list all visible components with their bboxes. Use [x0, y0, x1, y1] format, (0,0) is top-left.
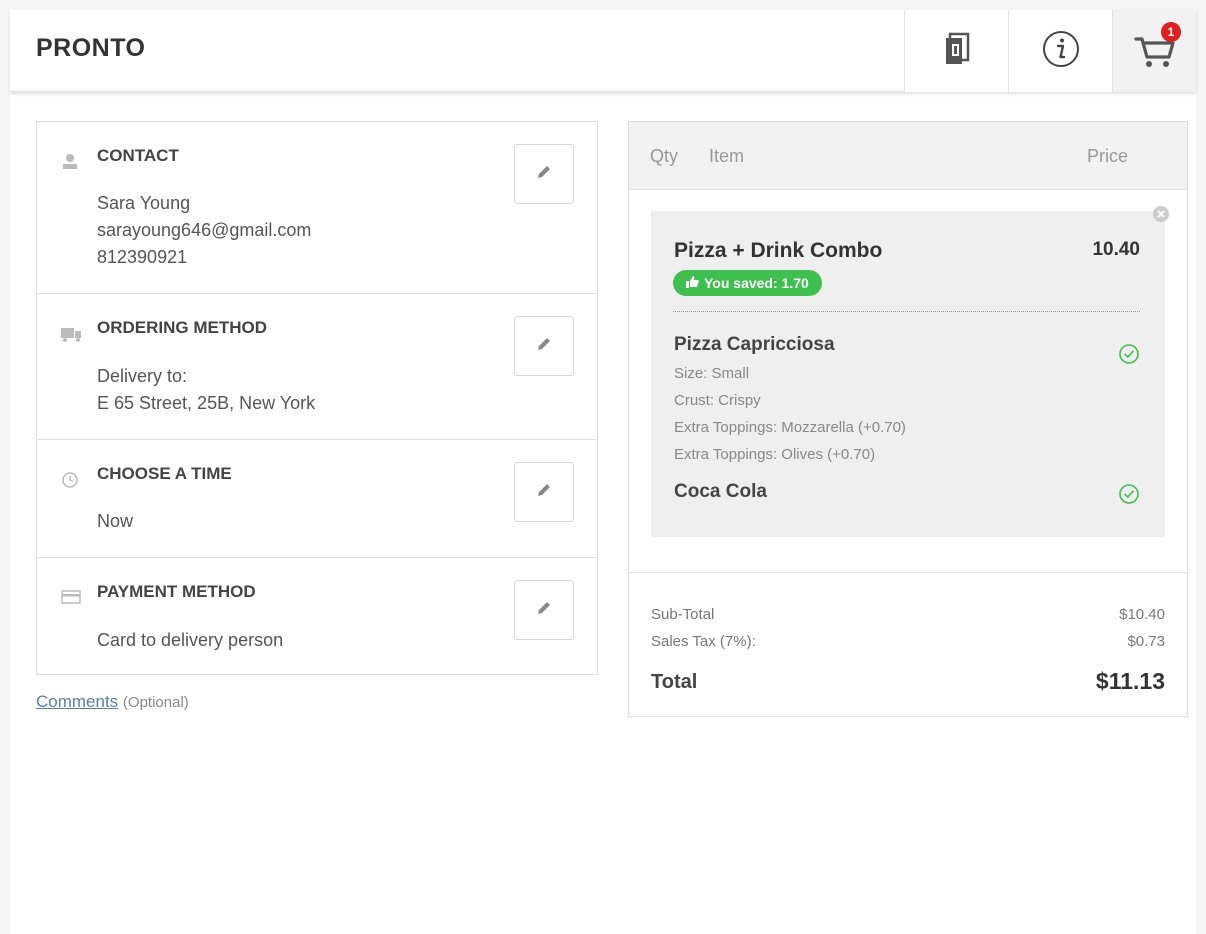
choose-time-section: CHOOSE A TIME Now: [37, 440, 597, 558]
order-summary-panel: Qty Item Price Pizza + Drink Combo 10.40: [628, 121, 1188, 717]
choose-time-value: Now: [97, 511, 134, 531]
clock-icon: [61, 471, 79, 489]
info-icon: [1041, 29, 1081, 74]
edit-time-button[interactable]: [514, 462, 574, 522]
credit-card-icon: [61, 589, 81, 607]
pencil-icon: [535, 481, 553, 504]
remove-item-icon[interactable]: [1151, 204, 1171, 224]
tax-value: $0.73: [1127, 633, 1165, 650]
combo-price: 10.40: [1092, 239, 1140, 260]
check-circle-icon: [1118, 483, 1140, 505]
combo-cart-item: Pizza + Drink Combo 10.40 You saved: 1.7…: [651, 206, 1169, 537]
pencil-icon: [535, 163, 553, 186]
qty-column-header: Qty: [650, 146, 679, 166]
ordering-method-line1: Delivery to:: [97, 366, 188, 386]
info-button[interactable]: [1008, 10, 1112, 92]
item-column-header: Item: [709, 146, 745, 166]
edit-payment-button[interactable]: [514, 580, 574, 640]
checkout-details-panel: CONTACT Sara Young sarayoung646@gmail.co…: [36, 121, 598, 675]
page: PRONTO 1 CONTACT Sara Young sarayoung646…: [10, 10, 1196, 934]
item-option: Extra Toppings: Mozzarella (+0.70): [674, 419, 906, 436]
comments-row: Comments (Optional): [36, 692, 189, 712]
contact-title: CONTACT: [97, 146, 179, 165]
cart-count-badge: 1: [1161, 22, 1181, 42]
subtotal-label: Sub-Total: [651, 606, 715, 623]
total-label: Total: [651, 671, 698, 693]
pencil-icon: [535, 599, 553, 622]
edit-ordering-method-button[interactable]: [514, 316, 574, 376]
dotted-divider: [673, 311, 1140, 312]
header: PRONTO 1: [10, 10, 1196, 92]
pencil-icon: [535, 335, 553, 358]
contact-email: sarayoung646@gmail.com: [97, 220, 312, 240]
summary-divider: [629, 572, 1187, 573]
item-option: Size: Small: [674, 365, 750, 382]
user-icon: [61, 153, 79, 171]
savings-text: You saved: 1.70: [704, 275, 809, 291]
subtotal-value: $10.40: [1119, 606, 1165, 623]
item-option: Extra Toppings: Olives (+0.70): [674, 446, 876, 463]
payment-method-section: PAYMENT METHOD Card to delivery person: [37, 558, 597, 676]
choose-time-title: CHOOSE A TIME: [97, 464, 232, 483]
thumbs-up-icon: [686, 270, 699, 296]
cart-table-header: Qty Item Price: [629, 122, 1187, 190]
brand-logo-text: PRONTO: [36, 34, 146, 62]
contact-section: CONTACT Sara Young sarayoung646@gmail.co…: [37, 122, 597, 294]
edit-contact-button[interactable]: [514, 144, 574, 204]
ordering-method-section: ORDERING METHOD Delivery to: E 65 Street…: [37, 294, 597, 440]
ordering-method-address: E 65 Street, 25B, New York: [97, 393, 316, 413]
cart-button[interactable]: 1: [1112, 10, 1196, 92]
total-value: $11.13: [1095, 668, 1165, 694]
combo-item-name: Pizza Capricciosa: [674, 334, 835, 355]
comments-optional-label: (Optional): [122, 694, 189, 711]
door-icon: [944, 32, 970, 71]
price-column-header: Price: [1087, 146, 1129, 166]
payment-method-value: Card to delivery person: [97, 630, 284, 650]
contact-phone: 812390921: [97, 247, 188, 267]
item-option: Crust: Crispy: [674, 392, 761, 409]
combo-item-name: Coca Cola: [674, 481, 767, 502]
menu-button[interactable]: [904, 10, 1008, 92]
delivery-truck-icon: [61, 325, 81, 343]
ordering-method-title: ORDERING METHOD: [97, 318, 267, 337]
comments-link[interactable]: Comments: [36, 692, 118, 711]
tax-label: Sales Tax (7%):: [651, 633, 756, 650]
check-circle-icon: [1118, 343, 1140, 365]
combo-name: Pizza + Drink Combo: [674, 239, 883, 262]
savings-badge: You saved: 1.70: [673, 270, 822, 296]
contact-name: Sara Young: [97, 193, 191, 213]
payment-method-title: PAYMENT METHOD: [97, 582, 256, 601]
